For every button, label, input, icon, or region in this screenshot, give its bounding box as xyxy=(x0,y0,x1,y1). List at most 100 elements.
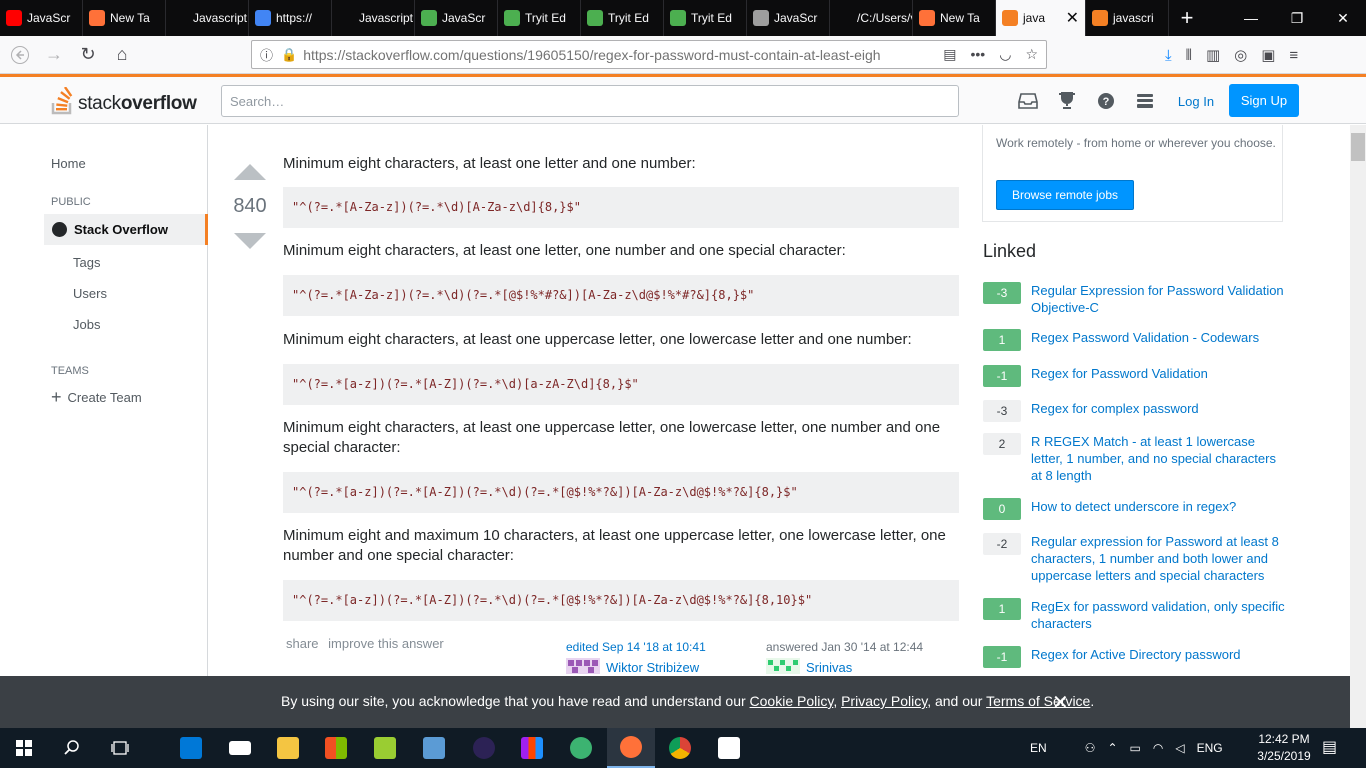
back-icon[interactable] xyxy=(4,39,36,71)
nav-tags[interactable]: Tags xyxy=(73,255,100,270)
browser-tab[interactable]: Javascript F xyxy=(166,0,249,36)
page-actions-icon[interactable]: ••• xyxy=(971,46,986,63)
home-icon[interactable]: ⌂ xyxy=(106,39,138,71)
linked-question-link[interactable]: Regex for Active Directory password xyxy=(1031,646,1289,668)
linked-question-link[interactable]: How to detect underscore in regex? xyxy=(1031,498,1289,520)
page-scrollbar[interactable] xyxy=(1350,125,1366,728)
task-view-icon[interactable] xyxy=(96,728,144,768)
login-button[interactable]: Log In xyxy=(1169,85,1223,117)
close-window-button[interactable]: ✕ xyxy=(1320,0,1366,36)
winrar-icon[interactable] xyxy=(508,728,556,768)
network-app-icon[interactable] xyxy=(557,728,605,768)
linked-question-link[interactable]: Regular Expression for Password Validati… xyxy=(1031,282,1289,316)
bookmark-star-icon[interactable]: ☆ xyxy=(1025,46,1038,63)
inbox-icon[interactable] xyxy=(1018,92,1038,110)
achievements-icon[interactable] xyxy=(1057,92,1077,110)
minimize-button[interactable]: — xyxy=(1228,0,1274,36)
share-link[interactable]: share xyxy=(286,636,319,651)
pocket-icon[interactable]: ◡ xyxy=(999,46,1011,63)
browser-tab[interactable]: /C:/Users/v xyxy=(830,0,913,36)
help-icon[interactable]: ? xyxy=(1096,92,1116,110)
editor-avatar[interactable] xyxy=(566,658,600,674)
stackoverflow-logo[interactable]: stackoverflow xyxy=(51,85,197,115)
browser-tab[interactable]: javascri xyxy=(1086,0,1169,36)
privacy-policy-link[interactable]: Privacy Policy xyxy=(841,693,927,709)
author-avatar[interactable] xyxy=(766,658,800,674)
mail-icon[interactable] xyxy=(216,728,264,768)
scrollbar-thumb[interactable] xyxy=(1351,133,1365,161)
url-bar[interactable]: ⓘ 🔒 https://stackoverflow.com/questions/… xyxy=(251,40,1047,69)
people-icon[interactable]: ⚇ xyxy=(1085,741,1096,755)
browser-tab[interactable]: New Ta xyxy=(913,0,996,36)
chevron-up-icon[interactable]: ⌃ xyxy=(1107,741,1117,755)
download-icon[interactable]: ⤓ xyxy=(1165,47,1172,64)
author-name[interactable]: Srinivas xyxy=(806,660,923,675)
menu-icon[interactable]: ≡ xyxy=(1289,47,1298,64)
volume-icon[interactable]: ◁ xyxy=(1175,741,1184,755)
signup-button[interactable]: Sign Up xyxy=(1229,84,1299,117)
file-explorer-icon[interactable] xyxy=(264,728,312,768)
photos-icon[interactable] xyxy=(705,728,753,768)
account-icon[interactable]: ▣ xyxy=(1261,46,1275,64)
browser-tab[interactable]: Javascript F xyxy=(332,0,415,36)
site-switcher-icon[interactable] xyxy=(1135,92,1155,110)
battery-icon[interactable]: ▭ xyxy=(1130,741,1141,755)
forward-icon[interactable]: → xyxy=(38,39,70,71)
reader-view-icon[interactable]: ▤ xyxy=(943,46,956,63)
linked-question-link[interactable]: Regular expression for Password at least… xyxy=(1031,533,1289,584)
downvote-arrow-icon[interactable] xyxy=(234,233,266,249)
language-indicator[interactable]: EN xyxy=(1030,741,1047,755)
nav-create-team[interactable]: + Create Team xyxy=(51,388,142,406)
firefox-taskbar-icon[interactable] xyxy=(607,728,655,768)
browse-remote-jobs-button[interactable]: Browse remote jobs xyxy=(996,180,1134,210)
browser-tab[interactable]: Tryit Ed xyxy=(581,0,664,36)
reload-icon[interactable]: ↻ xyxy=(72,39,104,71)
nav-stack-overflow[interactable]: Stack Overflow xyxy=(44,214,208,245)
sync-icon[interactable]: ◎ xyxy=(1234,46,1247,64)
cookie-policy-link[interactable]: Cookie Policy xyxy=(750,693,834,709)
browser-tab[interactable]: java ✕ xyxy=(996,0,1086,36)
search-input[interactable]: Search… xyxy=(221,85,959,117)
chrome-icon[interactable] xyxy=(656,728,704,768)
maximize-button[interactable]: ❐ xyxy=(1274,0,1320,36)
lock-icon[interactable]: 🔒 xyxy=(281,47,297,63)
browser-tab[interactable]: https:// xyxy=(249,0,332,36)
system-clock[interactable]: 12:42 PM 3/25/2019 xyxy=(1255,731,1313,765)
editor-name[interactable]: Wiktor Stribiżew xyxy=(606,660,706,675)
browser-tab[interactable]: JavaScr xyxy=(747,0,830,36)
close-icon[interactable]: ✕ xyxy=(1052,690,1069,715)
wifi-icon[interactable]: ◠ xyxy=(1153,741,1163,755)
close-tab-icon[interactable]: ✕ xyxy=(1066,8,1079,28)
browser-tab[interactable]: Tryit Ed xyxy=(664,0,747,36)
notepad-icon[interactable] xyxy=(361,728,409,768)
linked-question-link[interactable]: R REGEX Match - at least 1 lowercase let… xyxy=(1031,433,1289,484)
windows-start-icon[interactable] xyxy=(0,728,48,768)
linked-question-link[interactable]: Regex for Password Validation xyxy=(1031,365,1289,387)
eclipse-icon[interactable] xyxy=(460,728,508,768)
nav-users[interactable]: Users xyxy=(73,286,107,301)
edited-timestamp[interactable]: edited Sep 14 '18 at 10:41 xyxy=(566,640,706,654)
linked-question-link[interactable]: Regex for complex password xyxy=(1031,400,1289,422)
store-icon[interactable] xyxy=(312,728,360,768)
edge-icon[interactable] xyxy=(167,728,215,768)
search-icon[interactable] xyxy=(48,728,96,768)
info-icon[interactable]: ⓘ xyxy=(260,45,273,64)
app-icon[interactable] xyxy=(410,728,458,768)
nav-jobs[interactable]: Jobs xyxy=(73,317,100,332)
nav-home[interactable]: Home xyxy=(51,156,86,171)
browser-tab[interactable]: New Ta xyxy=(83,0,166,36)
library-icon[interactable]: ⫴ xyxy=(1186,47,1192,64)
improve-answer-link[interactable]: improve this answer xyxy=(328,636,444,651)
terms-of-service-link[interactable]: Terms of Service xyxy=(986,693,1090,709)
upvote-arrow-icon[interactable] xyxy=(234,164,266,180)
sidebar-icon[interactable]: ▥ xyxy=(1206,46,1220,64)
ime-indicator[interactable]: ENG xyxy=(1197,741,1223,755)
browser-tab[interactable]: Tryit Ed xyxy=(498,0,581,36)
linked-question-link[interactable]: Regex Password Validation - Codewars xyxy=(1031,329,1289,351)
url-text[interactable]: https://stackoverflow.com/questions/1960… xyxy=(303,47,903,63)
browser-tab[interactable]: JavaScr xyxy=(415,0,498,36)
new-tab-button[interactable]: + xyxy=(1169,0,1205,36)
browser-tab[interactable]: JavaScr xyxy=(0,0,83,36)
linked-question-link[interactable]: RegEx for password validation, only spec… xyxy=(1031,598,1289,632)
notifications-icon[interactable]: ▤ xyxy=(1322,737,1337,757)
